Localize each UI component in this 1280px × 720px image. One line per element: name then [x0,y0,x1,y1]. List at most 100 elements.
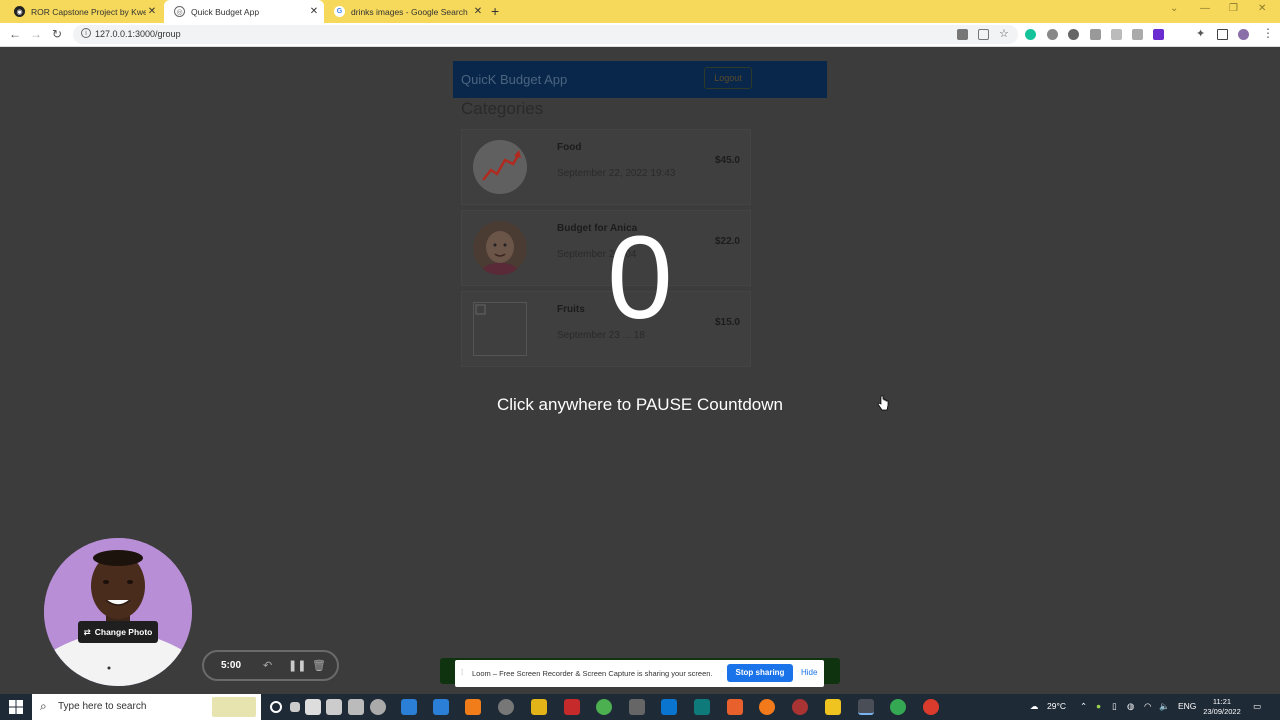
sticky-notes-icon[interactable] [825,699,841,715]
trash-icon[interactable]: 🗑 [312,659,326,672]
close-tab-icon[interactable]: ✕ [472,6,484,17]
extension-icon[interactable] [1111,29,1122,40]
app-icon[interactable] [792,699,808,715]
maximize-button[interactable]: ❐ [1229,3,1238,14]
share-icon[interactable] [978,29,989,40]
forward-icon[interactable]: → [30,27,42,41]
page-content[interactable]: QuicK Budget App Logout Categories Food … [0,47,1280,690]
loom-extension-icon[interactable] [1153,29,1164,40]
github-desktop-icon[interactable] [498,699,514,715]
address-bar[interactable]: i 127.0.0.1:3000/group [73,25,1018,44]
stop-sharing-button[interactable]: Stop sharing [727,664,793,682]
windows-taskbar: ⌕ Type here to search ☁ 29°C ⌃ ● ▯ ◍ ◠ 🔈… [0,694,1280,720]
tab-ror-capstone[interactable]: ◉ ROR Capstone Project by Kwente ✕ [4,0,162,23]
tab-title: Quick Budget App [191,6,260,17]
app-icon[interactable] [727,699,743,715]
weather-temperature[interactable]: 29°C [1047,701,1066,711]
app-icon[interactable] [890,699,906,715]
app-icon[interactable] [531,699,547,715]
video-app-icon[interactable] [326,699,342,715]
tab-google-search[interactable]: G drinks images - Google Search ✕ [324,0,488,23]
chart-arrow-icon [473,140,527,194]
change-photo-button[interactable]: ⇄ Change Photo [78,621,158,643]
category-card-food[interactable]: Food September 22, 2022 19:43 $45.0 [461,129,751,205]
extension-icon[interactable] [1132,29,1143,40]
extensions-puzzle-icon[interactable]: ✦ [1196,27,1205,40]
ruby-icon[interactable] [564,699,580,715]
wifi-icon[interactable]: ◠ [1144,701,1151,712]
category-amount: $15.0 [714,317,740,328]
close-tab-icon[interactable]: ✕ [146,6,158,17]
category-name: Food [557,142,582,153]
app-brand[interactable]: QuicK Budget App [461,72,567,87]
minimize-button[interactable]: — [1200,3,1210,14]
tray-app-icon[interactable]: ▯ [1112,701,1117,712]
browser-toolbar: ← → ↻ i 127.0.0.1:3000/group ☆ ✦ ⋮ [0,23,1280,47]
photos-icon[interactable] [348,699,364,715]
tab-title: ROR Capstone Project by Kwente [31,6,146,17]
grammarly-icon[interactable] [1025,29,1036,40]
profile-avatar[interactable] [1238,29,1249,40]
loom-camera-bubble[interactable] [44,538,192,686]
git-icon[interactable] [629,699,645,715]
settings-gear-icon[interactable] [370,699,386,715]
pause-icon[interactable]: ❚❚ [288,659,306,672]
drag-handle-icon[interactable]: ⁞ [461,668,463,677]
side-panel-icon[interactable] [1217,29,1228,40]
search-highlight-image [212,697,256,717]
tray-app-icon[interactable]: ● [1096,701,1101,711]
user-avatar [44,538,192,686]
windows-start-icon[interactable] [9,700,23,714]
calendar-icon[interactable] [433,699,449,715]
search-placeholder: Type here to search [58,701,147,712]
reload-icon[interactable]: ↻ [52,27,62,41]
broken-image-icon [475,304,486,315]
tray-app-icon[interactable]: ◍ [1127,701,1134,712]
tab-quick-budget-app[interactable]: ◎ Quick Budget App ✕ [164,0,324,23]
menu-icon[interactable]: ⋮ [1262,26,1274,40]
screenshot-icon[interactable] [1090,29,1101,40]
url-text: 127.0.0.1:3000/group [95,29,181,39]
broken-image-icon [473,302,527,356]
firefox-icon[interactable] [759,699,775,715]
chrome-icon[interactable] [596,699,612,715]
vlc-icon[interactable] [465,699,481,715]
category-image [473,140,527,194]
screen-sharing-bar: ⁞ Loom – Free Screen Recorder & Screen C… [455,660,824,687]
vscode-icon[interactable] [661,699,677,715]
task-view-icon[interactable] [290,702,300,712]
terminal-icon[interactable] [694,699,710,715]
tab-search-icon[interactable]: ⌄ [1170,3,1178,14]
github-icon: ◉ [14,6,25,17]
change-photo-label: Change Photo [94,627,153,637]
close-tab-icon[interactable]: ✕ [308,6,320,17]
cortana-icon[interactable] [270,701,282,713]
tray-chevron-icon[interactable]: ⌃ [1080,701,1087,712]
volume-icon[interactable]: 🔈 [1159,701,1170,712]
hide-button[interactable]: Hide [801,668,817,677]
close-window-button[interactable]: ✕ [1258,3,1266,14]
logout-button[interactable]: Logout [704,67,752,89]
restart-icon[interactable]: ↶ [263,659,272,672]
camera-app-icon[interactable] [305,699,321,715]
category-image [473,221,527,275]
language-indicator[interactable]: ENG [1178,701,1196,711]
back-icon[interactable]: ← [9,27,21,41]
system-clock[interactable]: 11:21 23/09/2022 [1198,697,1246,717]
notification-icon[interactable]: ▭ [1253,701,1261,712]
extension-icon[interactable] [1047,29,1058,40]
mail-icon[interactable] [401,699,417,715]
weather-icon[interactable]: ☁ [1030,701,1039,712]
chrome-active-icon[interactable] [858,699,874,715]
bookmark-star-icon[interactable]: ☆ [999,27,1009,40]
site-info-icon[interactable]: i [81,28,91,38]
category-amount: $22.0 [714,236,740,247]
chrome-icon[interactable] [923,699,939,715]
swap-icon: ⇄ [83,626,91,637]
wordpress-icon[interactable] [1068,29,1079,40]
pause-countdown-message[interactable]: Click anywhere to PAUSE Countdown [440,395,840,415]
new-tab-button[interactable]: + [491,3,499,19]
taskbar-search[interactable]: ⌕ Type here to search [32,694,261,720]
camera-icon[interactable] [957,29,968,40]
recording-timer: 5:00 [221,660,242,671]
